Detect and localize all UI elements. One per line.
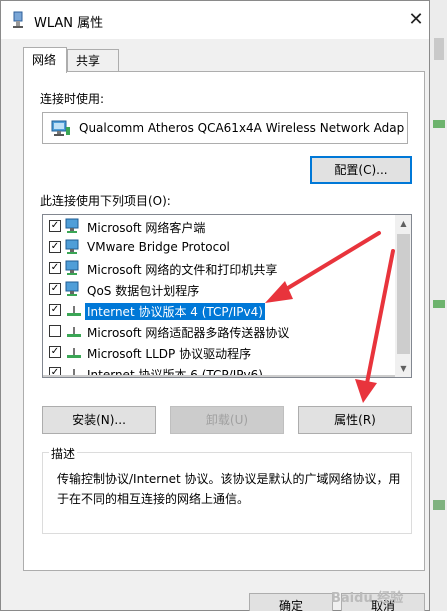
connect-using-label: 连接时使用: xyxy=(40,92,105,106)
description-legend: 描述 xyxy=(49,445,78,462)
item-label: VMware Bridge Protocol xyxy=(87,240,230,254)
item-label: Internet 协议版本 4 (TCP/IPv4) xyxy=(85,303,265,320)
item-checkbox[interactable]: ✓ xyxy=(49,283,61,295)
item-checkbox[interactable] xyxy=(49,325,61,337)
background-fragment xyxy=(434,38,444,60)
item-checkbox[interactable]: ✓ xyxy=(49,241,61,253)
item-checkbox[interactable]: ✓ xyxy=(49,262,61,274)
item-label: Microsoft LLDP 协议驱动程序 xyxy=(87,347,252,361)
network-adapter-icon xyxy=(51,120,70,136)
list-item[interactable]: ✓ Microsoft LLDP 协议驱动程序 xyxy=(43,342,395,363)
list-item[interactable]: ✓ Microsoft 网络客户端 xyxy=(43,216,395,237)
tab-sharing[interactable]: 共享 xyxy=(67,49,119,71)
description-text: 传输控制协议/Internet 协议。该协议是默认的广域网络协议，用于在不同的相… xyxy=(57,472,401,506)
ok-button[interactable]: 确定 xyxy=(249,593,333,611)
background-fragment xyxy=(433,500,445,510)
network-service-icon xyxy=(65,239,79,254)
uninstall-button: 卸载(U) xyxy=(170,406,284,434)
list-item[interactable]: ✓ Microsoft 网络的文件和打印机共享 xyxy=(43,258,395,279)
list-item-selected[interactable]: ✓ Internet 协议版本 4 (TCP/IPv4) xyxy=(43,300,395,321)
item-checkbox[interactable]: ✓ xyxy=(49,220,61,232)
network-service-icon xyxy=(65,281,79,296)
tab-network[interactable]: 网络 xyxy=(23,47,67,73)
scroll-up-icon[interactable]: ▲ xyxy=(395,215,411,232)
description-group: 描述 传输控制协议/Internet 协议。该协议是默认的广域网络协议，用于在不… xyxy=(42,445,412,534)
protocol-icon xyxy=(67,327,81,337)
item-label: Microsoft 网络客户端 xyxy=(87,221,206,235)
horizontal-scrollbar[interactable] xyxy=(43,375,395,377)
properties-button[interactable]: 属性(R) xyxy=(298,406,412,434)
item-label: Microsoft 网络适配器多路传送器协议 xyxy=(87,326,290,340)
background-fragment xyxy=(433,300,445,308)
list-item[interactable]: Microsoft 网络适配器多路传送器协议 xyxy=(43,321,395,342)
scroll-thumb[interactable] xyxy=(397,234,410,354)
list-item[interactable]: ✓ VMware Bridge Protocol xyxy=(43,237,395,258)
vertical-scrollbar[interactable]: ▲ ▼ xyxy=(395,215,411,377)
close-icon[interactable]: ✕ xyxy=(405,9,427,31)
network-tab-panel: 连接时使用: Qualcomm Atheros QCA61x4A Wireles… xyxy=(23,71,425,571)
protocol-icon xyxy=(67,348,81,358)
list-item[interactable]: ✓ QoS 数据包计划程序 xyxy=(43,279,395,300)
background-window-strip xyxy=(430,0,447,611)
wlan-adapter-icon xyxy=(13,11,23,28)
item-label: Microsoft 网络的文件和打印机共享 xyxy=(87,263,278,277)
window-title: WLAN 属性 xyxy=(34,16,104,31)
watermark-text: Baidu 经验 xyxy=(331,591,404,606)
item-checkbox[interactable]: ✓ xyxy=(49,304,61,316)
adapter-display: Qualcomm Atheros QCA61x4A Wireless Netwo… xyxy=(42,112,408,144)
network-service-icon xyxy=(65,260,79,275)
scroll-down-icon[interactable]: ▼ xyxy=(395,360,411,377)
configure-button[interactable]: 配置(C)... xyxy=(310,156,412,184)
item-checkbox[interactable]: ✓ xyxy=(49,346,61,358)
wlan-properties-dialog: WLAN 属性 ✕ 网络 共享 连接时使用: Qualcomm Atheros … xyxy=(0,0,430,611)
background-fragment xyxy=(433,120,445,128)
items-label: 此连接使用下列项目(O): xyxy=(40,194,171,208)
title-bar[interactable]: WLAN 属性 ✕ xyxy=(1,1,429,39)
item-label: QoS 数据包计划程序 xyxy=(87,284,200,298)
protocol-icon xyxy=(67,306,81,316)
network-client-icon xyxy=(65,218,79,233)
components-list[interactable]: ✓ Microsoft 网络客户端 ✓ VMware Bridge Protoc… xyxy=(42,214,412,378)
adapter-name: Qualcomm Atheros QCA61x4A Wireless Netwo… xyxy=(79,121,405,135)
install-button[interactable]: 安装(N)... xyxy=(42,406,156,434)
